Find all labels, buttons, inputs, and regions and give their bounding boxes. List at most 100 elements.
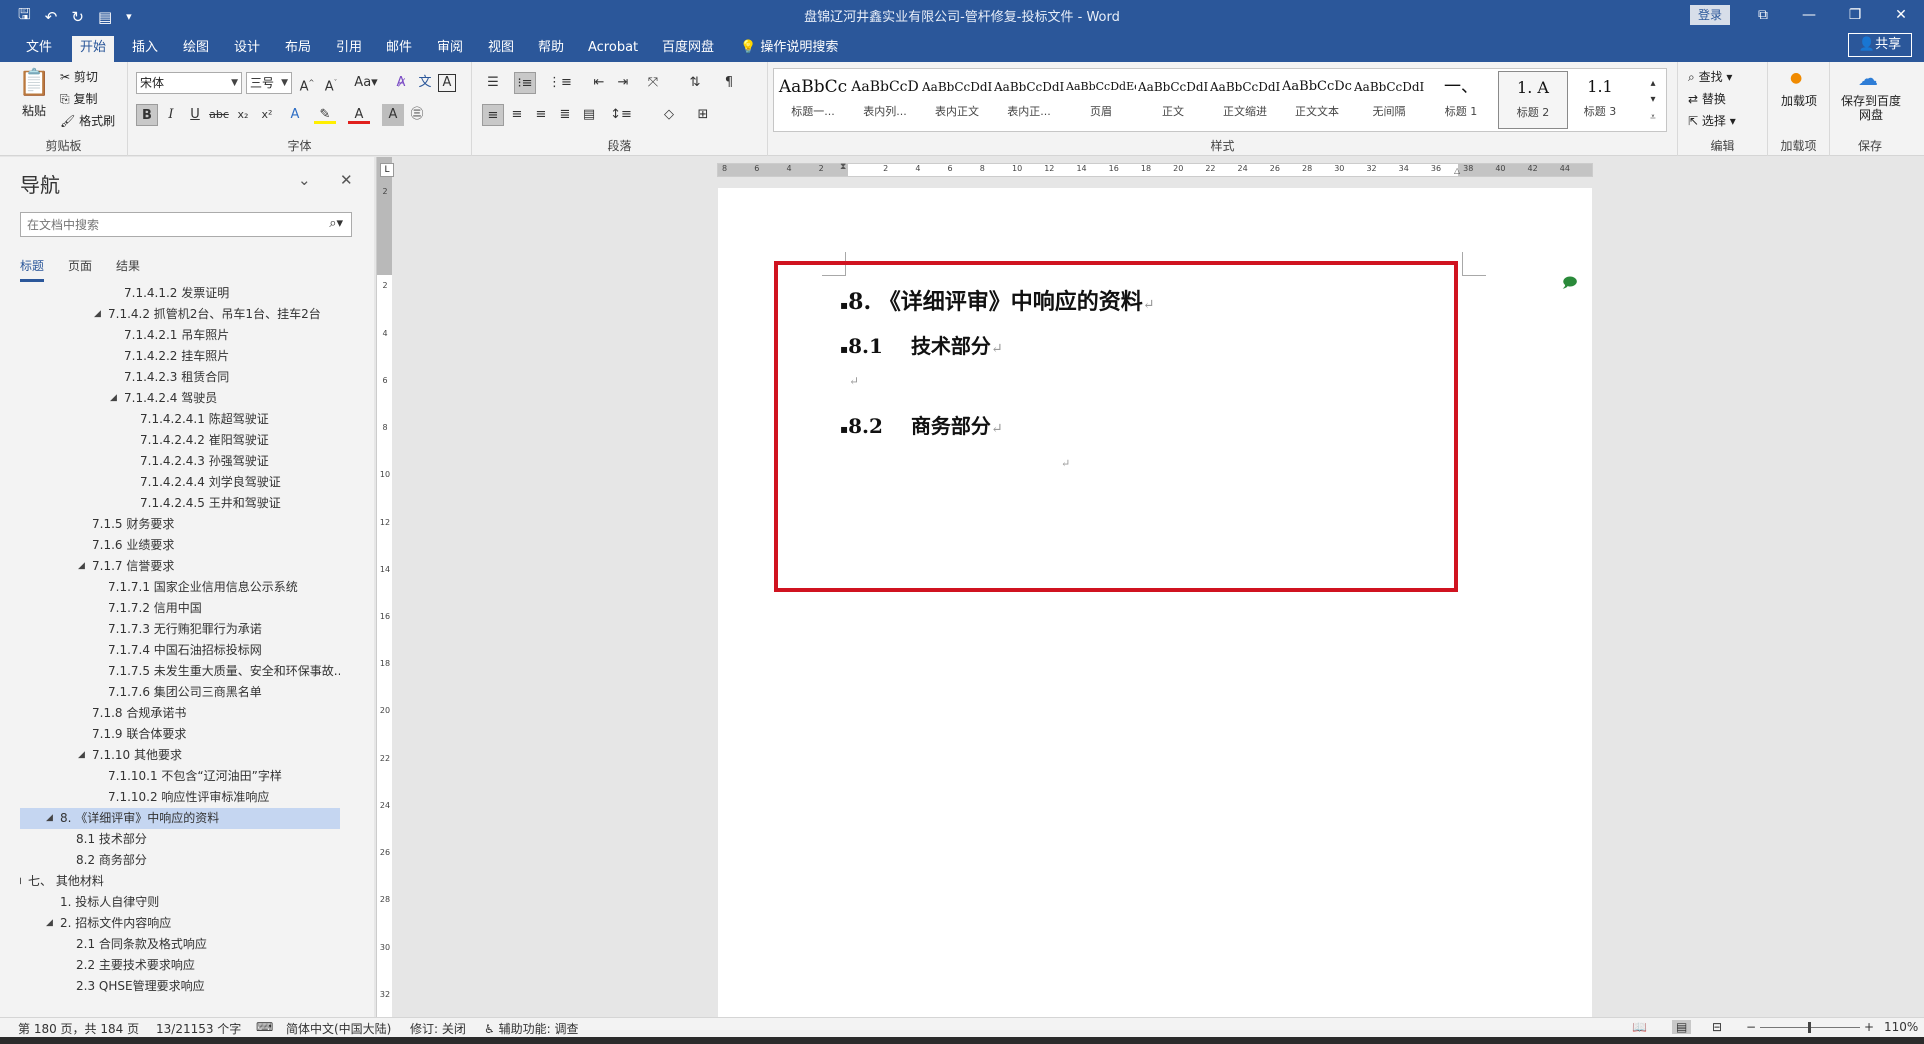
enclose-characters-icon[interactable]: ㊂ <box>406 104 428 126</box>
nav-heading-item[interactable]: 2.1 合同条款及格式响应 <box>20 934 340 955</box>
tell-me-search[interactable]: 💡 操作说明搜索 <box>732 36 846 62</box>
collapse-triangle-icon[interactable]: ◢ <box>78 745 85 766</box>
nav-heading-item[interactable]: 7.1.4.2.3 租赁合同 <box>20 367 340 388</box>
nav-heading-item[interactable]: ◢ 8. 《详细评审》中响应的资料 <box>20 808 340 829</box>
ribbon-display-icon[interactable]: ⧉ <box>1740 2 1786 28</box>
increase-indent-icon[interactable]: ⇥ <box>612 72 634 94</box>
align-center-icon[interactable]: ≡ <box>506 104 528 126</box>
collapse-triangle-icon[interactable]: ◢ <box>20 871 21 892</box>
minimize-icon[interactable]: — <box>1786 2 1832 28</box>
grow-font-icon[interactable]: A^ <box>296 72 318 94</box>
nav-heading-item[interactable]: ◢ 2. 招标文件内容响应 <box>20 913 340 934</box>
nav-heading-item[interactable]: ◢ 7.1.4.2.4 驾驶员 <box>20 388 340 409</box>
gallery-more-icon[interactable]: ⩡ <box>1642 107 1664 129</box>
nav-heading-item[interactable]: 7.1.4.2.2 挂车照片 <box>20 346 340 367</box>
collapse-triangle-icon[interactable]: ◢ <box>94 304 101 325</box>
print-layout-icon[interactable]: ▤ <box>1672 1020 1692 1034</box>
tab-mailings[interactable]: 邮件 <box>378 36 420 62</box>
copy-button[interactable]: ⎘ 复制 <box>60 90 97 107</box>
web-layout-icon[interactable]: ⊟ <box>1712 1020 1722 1034</box>
strikethrough-icon[interactable]: abc <box>208 104 230 126</box>
nav-heading-item[interactable]: 8.2 商务部分 <box>20 850 340 871</box>
save-icon[interactable]: 🖫 <box>18 4 31 29</box>
italic-icon[interactable]: I <box>160 104 182 126</box>
heading-8-1[interactable]: ▪8.1 技术部分↵ <box>840 330 1003 359</box>
decrease-indent-icon[interactable]: ⇤ <box>588 72 610 94</box>
addins-button[interactable]: 加载项 <box>1780 94 1818 108</box>
style-item[interactable]: AaBbCcDdI 正文缩进 <box>1210 71 1280 129</box>
word-count[interactable]: 13/21153 个字 <box>156 1020 241 1037</box>
heading-8-2[interactable]: ▪8.2 商务部分↵ <box>840 410 1003 439</box>
style-item[interactable]: AaBbCcDdI 表内正文 <box>922 71 992 129</box>
tab-draw[interactable]: 绘图 <box>175 36 217 62</box>
tab-acrobat[interactable]: Acrobat <box>580 36 646 62</box>
style-item[interactable]: AaBbCcDdEe 页眉 <box>1066 71 1136 129</box>
paste-button[interactable]: 粘贴 <box>22 102 46 119</box>
tab-review[interactable]: 审阅 <box>429 36 471 62</box>
nav-heading-item[interactable]: 7.1.7.6 集团公司三商黑名单 <box>20 682 340 703</box>
tab-design[interactable]: 设计 <box>226 36 268 62</box>
zoom-level[interactable]: 110% <box>1884 1020 1918 1034</box>
replace-button[interactable]: ⇄ 替换 <box>1688 90 1726 107</box>
font-name-select[interactable]: 宋体 ▼ <box>136 72 242 94</box>
close-window-icon[interactable]: ✕ <box>1878 2 1924 28</box>
zoom-slider-thumb[interactable] <box>1808 1022 1811 1033</box>
select-button[interactable]: ⇱ 选择 ▾ <box>1688 112 1736 129</box>
style-item[interactable]: 1. A 标题 2 <box>1498 71 1568 129</box>
nav-heading-item[interactable]: 2.2 主要技术要求响应 <box>20 955 340 976</box>
text-effects-icon[interactable]: A <box>284 104 306 126</box>
nav-heading-item[interactable]: 7.1.7.4 中国石油招标投标网 <box>20 640 340 661</box>
style-item[interactable]: AaBbCcDdI 表内正... <box>994 71 1064 129</box>
character-border-icon[interactable]: A <box>438 74 456 92</box>
nav-heading-item[interactable]: 7.1.4.2.4.2 崔阳驾驶证 <box>20 430 340 451</box>
nav-heading-item[interactable]: 7.1.8 合规承诺书 <box>20 703 340 724</box>
save-to-baidu-button[interactable]: 保存到百度网盘 <box>1836 94 1906 122</box>
nav-heading-item[interactable]: 7.1.4.2.4.1 陈超驾驶证 <box>20 409 340 430</box>
nav-heading-item[interactable]: 2.3 QHSE管理要求响应 <box>20 976 340 997</box>
subscript-icon[interactable]: x₂ <box>232 104 254 126</box>
nav-close-icon[interactable]: ✕ <box>340 171 353 189</box>
nav-search-input[interactable] <box>21 213 301 236</box>
tab-home[interactable]: 开始 <box>72 36 115 62</box>
style-item[interactable]: AaBbCcDdI 正文 <box>1138 71 1208 129</box>
show-marks-icon[interactable]: ¶ <box>718 72 740 94</box>
format-painter-button[interactable]: 🖌 格式刷 <box>60 112 115 129</box>
tab-references[interactable]: 引用 <box>328 36 370 62</box>
share-button[interactable]: 👤共享 <box>1848 33 1912 57</box>
collapse-triangle-icon[interactable]: ◢ <box>46 913 53 934</box>
style-item[interactable]: AaBbCc 标题一... <box>778 71 848 129</box>
page-count[interactable]: 第 180 页，共 184 页 <box>18 1020 139 1037</box>
borders-icon[interactable]: ⊞ <box>692 104 714 126</box>
login-button[interactable]: 登录 <box>1690 5 1730 25</box>
highlight-color-icon[interactable]: ✎ <box>314 104 336 124</box>
font-color-icon[interactable]: A <box>348 104 370 124</box>
nav-tab-headings[interactable]: 标题 <box>20 257 45 282</box>
nav-heading-item[interactable]: 7.1.10.1 不包含“辽河油田”字样 <box>20 766 340 787</box>
shading-icon[interactable]: ◇ <box>658 104 680 126</box>
change-case-icon[interactable]: Aa▾ <box>350 72 382 94</box>
bold-icon[interactable]: B <box>136 104 158 126</box>
track-changes-status[interactable]: 修订: 关闭 <box>410 1020 466 1037</box>
nav-heading-item[interactable]: 7.1.9 联合体要求 <box>20 724 340 745</box>
nav-heading-item[interactable]: ◢ 7.1.7 信誉要求 <box>20 556 340 577</box>
nav-heading-item[interactable]: 7.1.4.2.1 吊车照片 <box>20 325 340 346</box>
nav-heading-item[interactable]: 1. 投标人自律守则 <box>20 892 340 913</box>
empty-paragraph[interactable]: ↵ <box>1061 456 1070 470</box>
sort-icon[interactable]: ⇅ <box>684 72 706 94</box>
style-item[interactable]: AaBbCcDdI 无间隔 <box>1354 71 1424 129</box>
nav-heading-item[interactable]: 7.1.4.2.4.3 孙强驾驶证 <box>20 451 340 472</box>
shrink-font-icon[interactable]: Aˇ <box>320 72 342 94</box>
nav-heading-item[interactable]: 7.1.5 财务要求 <box>20 514 340 535</box>
numbering-icon[interactable]: ⁝≡ <box>514 72 536 94</box>
nav-heading-item[interactable]: 7.1.4.2.4.4 刘学良驾驶证 <box>20 472 340 493</box>
font-size-select[interactable]: 三号 ▼ <box>246 72 292 94</box>
cut-button[interactable]: ✂ 剪切 <box>60 68 98 85</box>
justify-icon[interactable]: ≣ <box>554 104 576 126</box>
nav-heading-item[interactable]: 7.1.4.1.2 发票证明 <box>20 283 340 304</box>
nav-tab-results[interactable]: 结果 <box>116 257 140 282</box>
distributed-icon[interactable]: ▤ <box>578 104 600 126</box>
phonetic-guide-icon[interactable]: 文 <box>414 72 436 94</box>
undo-icon[interactable]: ↶ <box>45 8 58 26</box>
search-icon[interactable]: ⌕▾ <box>329 216 343 231</box>
align-left-icon[interactable]: ≡ <box>482 104 504 126</box>
